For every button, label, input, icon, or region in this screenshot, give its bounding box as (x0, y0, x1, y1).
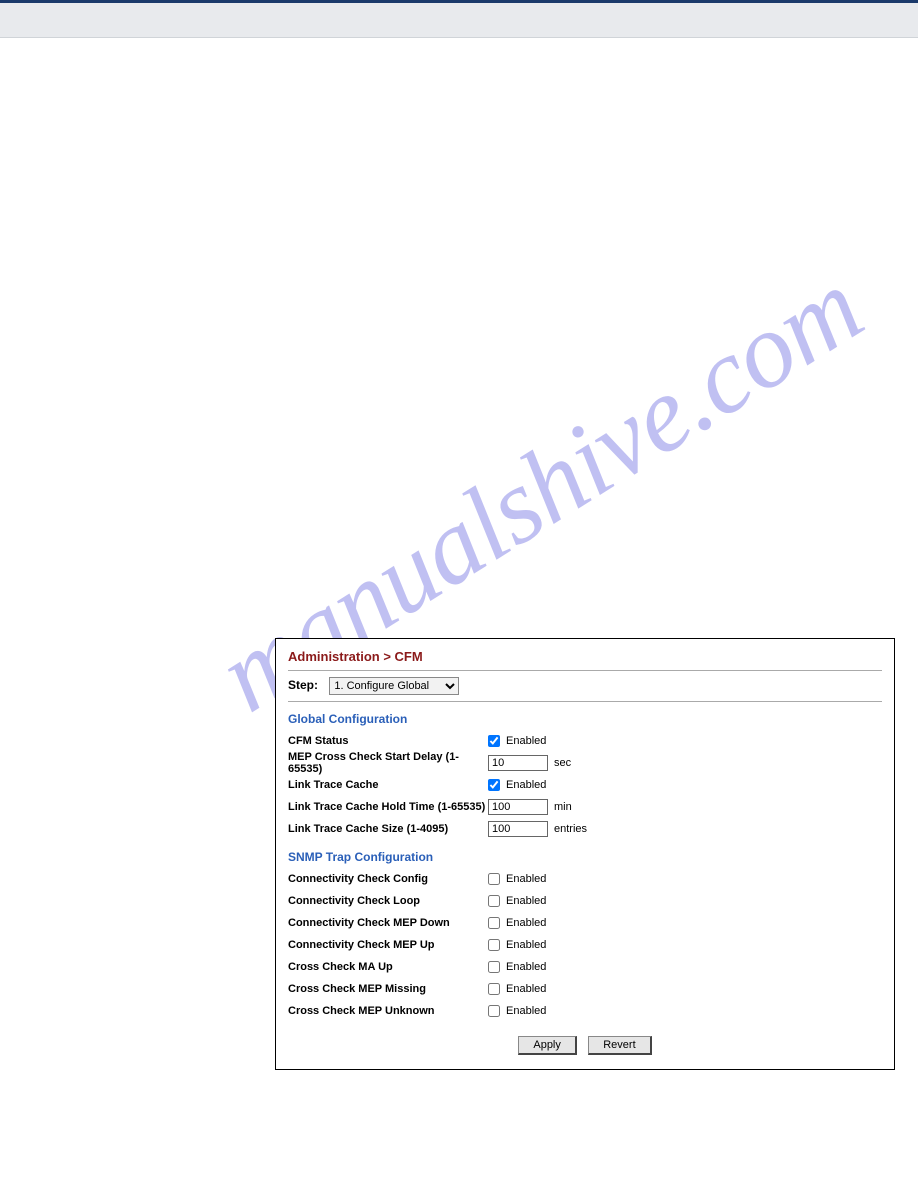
cc-loop-checkbox[interactable] (488, 895, 500, 907)
cc-mep-up-label: Connectivity Check MEP Up (288, 939, 488, 951)
step-label: Step: (288, 678, 318, 692)
step-select[interactable]: 1. Configure Global (329, 677, 459, 695)
cc-loop-row: Connectivity Check Loop Enabled (288, 890, 882, 912)
lt-size-input[interactable] (488, 821, 548, 837)
cfm-config-panel: Administration > CFM Step: 1. Configure … (275, 638, 895, 1070)
cfm-status-label: CFM Status (288, 735, 488, 747)
cc-config-row: Connectivity Check Config Enabled (288, 868, 882, 890)
lt-hold-row: Link Trace Cache Hold Time (1-65535) min (288, 796, 882, 818)
snmp-trap-header: SNMP Trap Configuration (288, 850, 882, 864)
xc-ma-up-text: Enabled (506, 961, 546, 973)
cfm-status-text: Enabled (506, 735, 546, 747)
xc-mep-missing-checkbox[interactable] (488, 983, 500, 995)
cc-mep-down-checkbox[interactable] (488, 917, 500, 929)
xc-ma-up-label: Cross Check MA Up (288, 961, 488, 973)
button-row: Apply Revert (288, 1036, 882, 1055)
page-header-bar (0, 0, 918, 38)
cc-mep-up-text: Enabled (506, 939, 546, 951)
lt-size-unit: entries (554, 823, 587, 835)
page-body: manualshive.com Administration > CFM Ste… (0, 38, 918, 1110)
cc-mep-up-row: Connectivity Check MEP Up Enabled (288, 934, 882, 956)
global-config-header: Global Configuration (288, 712, 882, 726)
link-trace-cache-text: Enabled (506, 779, 546, 791)
revert-button[interactable]: Revert (588, 1036, 651, 1055)
xc-mep-unknown-label: Cross Check MEP Unknown (288, 1005, 488, 1017)
cfm-status-row: CFM Status Enabled (288, 730, 882, 752)
xc-ma-up-row: Cross Check MA Up Enabled (288, 956, 882, 978)
xc-mep-missing-row: Cross Check MEP Missing Enabled (288, 978, 882, 1000)
link-trace-cache-label: Link Trace Cache (288, 779, 488, 791)
xc-mep-unknown-checkbox[interactable] (488, 1005, 500, 1017)
step-row: Step: 1. Configure Global (288, 671, 882, 702)
lt-size-label: Link Trace Cache Size (1-4095) (288, 823, 488, 835)
xc-mep-unknown-row: Cross Check MEP Unknown Enabled (288, 1000, 882, 1022)
cc-mep-down-label: Connectivity Check MEP Down (288, 917, 488, 929)
xc-mep-missing-label: Cross Check MEP Missing (288, 983, 488, 995)
panel-title: Administration > CFM (288, 647, 882, 671)
lt-hold-input[interactable] (488, 799, 548, 815)
cc-loop-label: Connectivity Check Loop (288, 895, 488, 907)
mep-delay-label: MEP Cross Check Start Delay (1-65535) (288, 751, 488, 775)
mep-delay-row: MEP Cross Check Start Delay (1-65535) se… (288, 752, 882, 774)
lt-size-row: Link Trace Cache Size (1-4095) entries (288, 818, 882, 840)
link-trace-cache-checkbox[interactable] (488, 779, 500, 791)
cc-config-checkbox[interactable] (488, 873, 500, 885)
cfm-status-checkbox[interactable] (488, 735, 500, 747)
xc-ma-up-checkbox[interactable] (488, 961, 500, 973)
apply-button[interactable]: Apply (518, 1036, 577, 1055)
lt-hold-label: Link Trace Cache Hold Time (1-65535) (288, 801, 488, 813)
cc-mep-down-text: Enabled (506, 917, 546, 929)
cc-config-label: Connectivity Check Config (288, 873, 488, 885)
lt-hold-unit: min (554, 801, 572, 813)
cc-mep-up-checkbox[interactable] (488, 939, 500, 951)
cc-config-text: Enabled (506, 873, 546, 885)
link-trace-cache-row: Link Trace Cache Enabled (288, 774, 882, 796)
cc-mep-down-row: Connectivity Check MEP Down Enabled (288, 912, 882, 934)
xc-mep-missing-text: Enabled (506, 983, 546, 995)
cc-loop-text: Enabled (506, 895, 546, 907)
xc-mep-unknown-text: Enabled (506, 1005, 546, 1017)
mep-delay-unit: sec (554, 757, 571, 769)
mep-delay-input[interactable] (488, 755, 548, 771)
